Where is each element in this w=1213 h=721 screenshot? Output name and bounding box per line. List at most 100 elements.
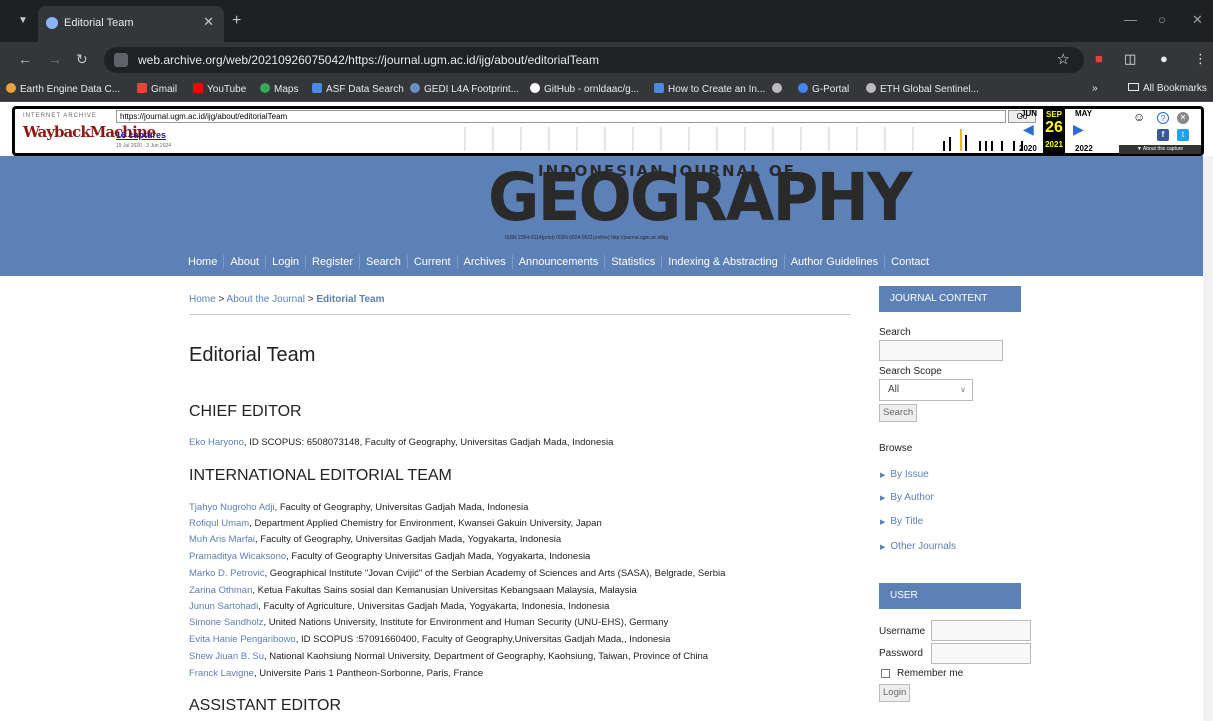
editor-link[interactable]: Tjahyo Nugroho Adji	[189, 502, 275, 513]
nav-archives[interactable]: Archives	[458, 255, 513, 269]
bookmark-asf[interactable]: ASF Data Search	[312, 83, 404, 95]
bookmark-github[interactable]: GitHub - ornldaac/g...	[530, 83, 639, 95]
sidebar-search-button[interactable]: Search	[879, 404, 918, 422]
forward-icon[interactable]: →	[48, 51, 62, 67]
editor-affiliation: , Faculty of Geography, Universitas Gadj…	[255, 534, 562, 545]
tab-close-icon[interactable]: ✕	[203, 14, 214, 30]
bookmark-gedi[interactable]: GEDI L4A Footprint...	[410, 83, 519, 95]
breadcrumb-current[interactable]: Editorial Team	[316, 294, 384, 305]
address-text: web.archive.org/web/20210926075042/https…	[138, 53, 599, 67]
wayback-prev-year[interactable]: 2020	[1019, 144, 1037, 153]
nav-login[interactable]: Login	[266, 255, 307, 269]
about-capture-button[interactable]: ▼ About this capture	[1119, 145, 1201, 154]
list-item: Evita Hanie Pengaribowo, ID SCOPUS :5709…	[189, 634, 670, 645]
password-input[interactable]	[931, 643, 1031, 664]
editor-link[interactable]: Marko D. Petrović	[189, 568, 265, 579]
new-tab-icon[interactable]: +	[232, 12, 241, 30]
bookmark-gmail[interactable]: Gmail	[137, 83, 177, 95]
editor-link[interactable]: Rofiqul Umam	[189, 518, 249, 529]
menu-kebab-icon[interactable]: ⋮	[1194, 51, 1207, 67]
help-icon[interactable]: ?	[1157, 112, 1169, 124]
nav-indexing[interactable]: Indexing & Abstracting	[662, 255, 785, 269]
journal-issn: ISSN 2354-9114(print) ISSN 0024-9521(onl…	[505, 235, 669, 241]
editor-affiliation: , Faculty of Geography, Universitas Gadj…	[274, 502, 529, 513]
editor-link[interactable]: Shew Jiuan B. Su	[189, 651, 264, 662]
extension-icon[interactable]: ■	[1095, 51, 1103, 66]
bookmark-earth-engine[interactable]: Earth Engine Data C...	[6, 83, 120, 95]
bookmark-youtube[interactable]: YouTube	[193, 83, 246, 95]
more-bookmarks-icon[interactable]: »	[1092, 83, 1098, 94]
bookmark-how-to[interactable]: How to Create an In...	[654, 83, 765, 95]
capture-sparkline[interactable]	[455, 127, 1045, 151]
minimize-icon[interactable]: —	[1124, 12, 1137, 27]
browse-by-author[interactable]: ▶ By Author	[880, 492, 934, 503]
back-icon[interactable]: ←	[18, 51, 32, 67]
bookmark-star-icon[interactable]: ☆	[1057, 50, 1070, 68]
nav-announcements[interactable]: Announcements	[513, 255, 606, 269]
bookmark-eth[interactable]: ETH Global Sentinel...	[866, 83, 979, 95]
all-bookmarks[interactable]: All Bookmarks	[1128, 83, 1207, 94]
bookmark-maps[interactable]: Maps	[260, 83, 298, 95]
sidebar-scope-select[interactable]: All ∨	[879, 379, 973, 401]
remember-me-checkbox[interactable]	[881, 669, 890, 678]
wayback-prev-arrow-icon[interactable]: ◀	[1023, 121, 1034, 138]
browse-by-issue[interactable]: ▶ By Issue	[880, 469, 929, 480]
list-item: Simone Sandholz, United Nations Universi…	[189, 617, 668, 628]
gedi-icon	[410, 83, 420, 93]
page-title: Editorial Team	[189, 344, 316, 366]
bookmark-globe[interactable]	[772, 83, 786, 95]
list-item: Shew Jiuan B. Su, National Kaohsiung Nor…	[189, 651, 708, 662]
maximize-icon[interactable]: ○	[1158, 12, 1166, 27]
sidebar-search-input[interactable]	[879, 340, 1003, 361]
wayback-next-arrow-icon[interactable]: ▶	[1073, 121, 1084, 138]
nav-author-guidelines[interactable]: Author Guidelines	[785, 255, 886, 269]
wayback-current-year: 2021	[1045, 140, 1063, 149]
wayback-url-input[interactable]: https://journal.ugm.ac.id/ijg/about/edit…	[116, 110, 1006, 123]
nav-statistics[interactable]: Statistics	[605, 255, 663, 269]
editor-link[interactable]: Muh Aris Marfai	[189, 534, 255, 545]
tab-title: Editorial Team	[64, 17, 134, 29]
wayback-account-icon[interactable]: ☺	[1133, 111, 1145, 123]
facebook-icon[interactable]: f	[1157, 129, 1169, 141]
wayback-captures-link[interactable]: 16 captures	[116, 130, 166, 140]
doc-icon	[654, 83, 664, 93]
breadcrumb-home[interactable]: Home	[189, 294, 216, 305]
editor-link[interactable]: Junun Sartohadi	[189, 601, 258, 612]
nav-register[interactable]: Register	[306, 255, 360, 269]
bookmark-g-portal[interactable]: G-Portal	[798, 83, 849, 95]
breadcrumb-separator: >	[307, 294, 314, 305]
nav-about[interactable]: About	[224, 255, 267, 269]
nav-current[interactable]: Current	[408, 255, 458, 269]
wayback-capture-range: 19 Jul 2020 - 3 Jun 2024	[116, 143, 172, 149]
browse-by-title[interactable]: ▶ By Title	[880, 516, 923, 527]
editor-link[interactable]: Pramaditya Wicaksono	[189, 551, 286, 562]
nav-home[interactable]: Home	[182, 255, 225, 269]
wayback-next-year[interactable]: 2022	[1075, 144, 1093, 153]
folder-icon	[1128, 83, 1139, 91]
profile-icon[interactable]: ●	[1160, 51, 1168, 66]
list-item: Rofiqul Umam, Department Applied Chemist…	[189, 518, 602, 529]
reload-icon[interactable]: ↻	[76, 51, 88, 68]
editor-affiliation: , Universite Paris 1 Pantheon-Sorbonne, …	[253, 668, 484, 679]
nav-search[interactable]: Search	[360, 255, 408, 269]
editor-link[interactable]: Eko Haryono	[189, 437, 244, 448]
close-wayback-icon[interactable]: ✕	[1177, 112, 1189, 124]
browse-other-journals[interactable]: ▶ Other Journals	[880, 541, 956, 552]
editor-link[interactable]: Simone Sandholz	[189, 617, 263, 628]
nav-contact[interactable]: Contact	[885, 255, 935, 269]
address-bar[interactable]: web.archive.org/web/20210926075042/https…	[104, 47, 1084, 73]
editor-link[interactable]: Franck Lavigne	[189, 668, 254, 679]
editor-link[interactable]: Zarina Othman	[189, 585, 252, 596]
breadcrumb-about[interactable]: About the Journal	[227, 294, 305, 305]
login-button[interactable]: Login	[879, 684, 911, 702]
extensions-puzzle-icon[interactable]: ◫	[1124, 51, 1136, 67]
editor-affiliation: , ID SCOPUS :57091660400, Faculty of Geo…	[295, 634, 671, 645]
page-scrollbar[interactable]	[1203, 156, 1213, 721]
username-input[interactable]	[931, 620, 1031, 641]
close-window-icon[interactable]: ✕	[1192, 12, 1203, 28]
browser-tab[interactable]: Editorial Team ✕	[38, 6, 224, 42]
editor-link[interactable]: Evita Hanie Pengaribowo	[189, 634, 296, 645]
tab-search-icon[interactable]: ▼	[14, 12, 32, 30]
twitter-icon[interactable]: t	[1177, 129, 1189, 141]
site-info-icon[interactable]	[114, 53, 128, 67]
